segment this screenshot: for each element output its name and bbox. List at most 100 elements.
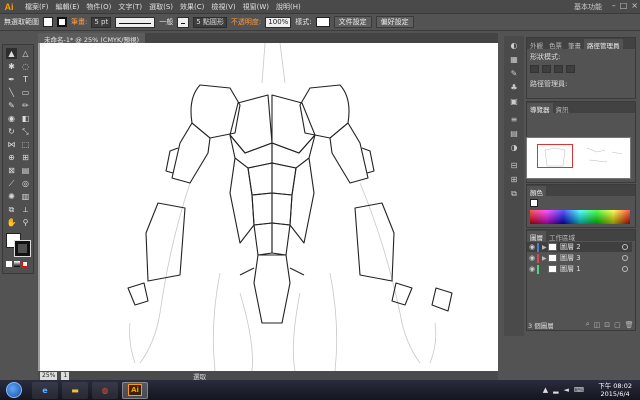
layer-row[interactable]: ◉ ▶ 圖層 2 [527,242,632,252]
stroke-label[interactable]: 筆畫: [71,17,87,27]
eye-icon[interactable]: ◉ [527,243,537,251]
gradient-panel-icon[interactable]: ▤ [508,128,520,139]
eraser-tool-icon[interactable]: ◧ [20,113,31,124]
exclude-button[interactable] [566,65,575,73]
appearance-panel-icon[interactable]: ◐ [508,40,520,51]
line-tool-icon[interactable]: ╲ [6,87,17,98]
new-sublayer-icon[interactable]: ⊡ [604,321,610,329]
menu-edit[interactable]: 編輯(E) [56,2,80,12]
type-tool-icon[interactable]: T [20,74,31,85]
layer-name[interactable]: 圖層 2 [560,242,581,252]
make-clipping-mask-icon[interactable]: ◫ [594,321,601,329]
minimize-button[interactable]: – [612,1,616,10]
variable-width-profile[interactable] [115,16,156,28]
paintbrush-tool-icon[interactable]: ✎ [6,100,17,111]
pencil-tool-icon[interactable]: ✏ [20,100,31,111]
graphic-styles-panel-icon[interactable]: ▣ [508,96,520,107]
free-transform-tool-icon[interactable]: ⬚ [20,139,31,150]
stroke-panel-icon[interactable]: ≡ [508,114,520,125]
tab-swatches[interactable]: 色票 [546,39,565,50]
stroke-weight-field[interactable]: 5 pt [91,16,112,28]
magic-wand-tool-icon[interactable]: ✱ [6,61,17,72]
blend-tool-icon[interactable]: ◎ [20,178,31,189]
menu-help[interactable]: 說明(H) [276,2,301,12]
gradient-tool-icon[interactable]: ▤ [20,165,31,176]
tab-info[interactable]: 資訊 [553,103,572,114]
layer-target-icon[interactable] [622,244,628,250]
maximize-button[interactable]: □ [620,1,628,10]
pen-tool-icon[interactable]: ✒ [6,74,17,85]
menu-file[interactable]: 檔案(F) [25,2,49,12]
color-fill-indicator[interactable] [530,199,538,207]
menu-effect[interactable]: 效果(C) [180,2,204,12]
brush-preview[interactable] [177,16,190,28]
zoom-field[interactable]: 25% [40,371,58,380]
width-tool-icon[interactable]: ⋈ [6,139,17,150]
brush-definition-field[interactable]: 5 點圓形 [193,16,227,28]
network-icon[interactable]: ▂ [553,386,558,394]
locate-object-icon[interactable]: ⌕ [586,320,590,329]
artboard-navigation-field[interactable]: 1 [61,371,70,380]
workspace-switcher[interactable]: 基本功能 [574,2,602,12]
blob-brush-tool-icon[interactable]: ◉ [6,113,17,124]
direct-selection-tool-icon[interactable]: △ [20,48,31,59]
perspective-grid-tool-icon[interactable]: ⊞ [20,152,31,163]
selection-tool-icon[interactable]: ▲ [6,48,17,59]
eyedropper-tool-icon[interactable]: ⟋ [6,178,17,189]
column-graph-tool-icon[interactable]: ▥ [20,191,31,202]
tab-color[interactable]: 顏色 [527,186,546,197]
menu-object[interactable]: 物件(O) [86,2,111,12]
tab-navigator[interactable]: 導覽器 [527,103,553,114]
slice-tool-icon[interactable]: ⟂ [20,204,31,215]
menu-type[interactable]: 文字(T) [118,2,142,12]
layer-target-icon[interactable] [622,266,628,272]
opacity-field[interactable]: 100% [265,16,292,28]
shape-builder-tool-icon[interactable]: ⊕ [6,152,17,163]
navigator-thumbnail[interactable] [526,137,631,179]
eye-icon[interactable]: ◉ [527,265,537,273]
transparency-panel-icon[interactable]: ◑ [508,142,520,153]
ie-taskbar-icon[interactable]: e [32,381,58,399]
hand-tool-icon[interactable]: ✋ [6,217,17,228]
artboard-tool-icon[interactable]: ⧉ [6,204,17,215]
lasso-tool-icon[interactable]: ◌ [20,61,31,72]
fill-swatch[interactable] [43,17,53,27]
color-spectrum-bar[interactable] [530,210,630,224]
opacity-label[interactable]: 不透明度: [231,17,261,27]
menu-window[interactable]: 視窗(W) [243,2,269,12]
delete-layer-icon[interactable]: 🗑 [625,321,634,329]
mesh-tool-icon[interactable]: ⊠ [6,165,17,176]
menu-select[interactable]: 選取(S) [149,2,173,12]
explorer-taskbar-icon[interactable]: ▬ [62,381,88,399]
volume-icon[interactable]: ◄ [564,386,569,394]
start-button[interactable] [6,382,22,398]
tab-artboards[interactable]: 工作區域 [546,231,578,242]
chrome-taskbar-icon[interactable]: ◍ [92,381,118,399]
document-tab[interactable]: 未命名-1* @ 25% (CMYK/預視) [38,33,146,44]
transform-panel-icon[interactable]: ⊞ [508,174,520,185]
tab-pathfinder[interactable]: 路徑管理員 [584,39,623,50]
pathfinder-panel-icon[interactable]: ⧉ [508,188,520,199]
tab-appearance[interactable]: 外觀 [527,39,546,50]
unite-button[interactable] [530,65,539,73]
preferences-button[interactable]: 偏好設定 [375,16,414,28]
document-setup-button[interactable]: 文件設定 [333,16,372,28]
minus-front-button[interactable] [542,65,551,73]
layer-target-icon[interactable] [622,255,628,261]
close-button[interactable]: × [631,1,638,10]
tab-stroke[interactable]: 筆畫 [565,39,584,50]
symbols-panel-icon[interactable]: ♣ [508,82,520,93]
graphic-style-swatch[interactable] [315,17,330,27]
menu-view[interactable]: 檢視(V) [211,2,235,12]
layer-name[interactable]: 圖層 1 [560,264,581,274]
brushes-panel-icon[interactable]: ✎ [508,68,520,79]
stroke-swatch[interactable] [57,17,67,27]
input-method-icon[interactable]: ⌨ [574,386,584,394]
system-clock[interactable]: 下午 08:02 2015/6/4 [598,382,632,398]
color-mode-icon[interactable] [6,261,12,267]
tab-layers[interactable]: 圖層 [527,231,546,242]
symbol-sprayer-tool-icon[interactable]: ✺ [6,191,17,202]
canvas-area[interactable] [38,43,498,371]
intersect-button[interactable] [554,65,563,73]
gradient-mode-icon[interactable] [14,261,20,267]
